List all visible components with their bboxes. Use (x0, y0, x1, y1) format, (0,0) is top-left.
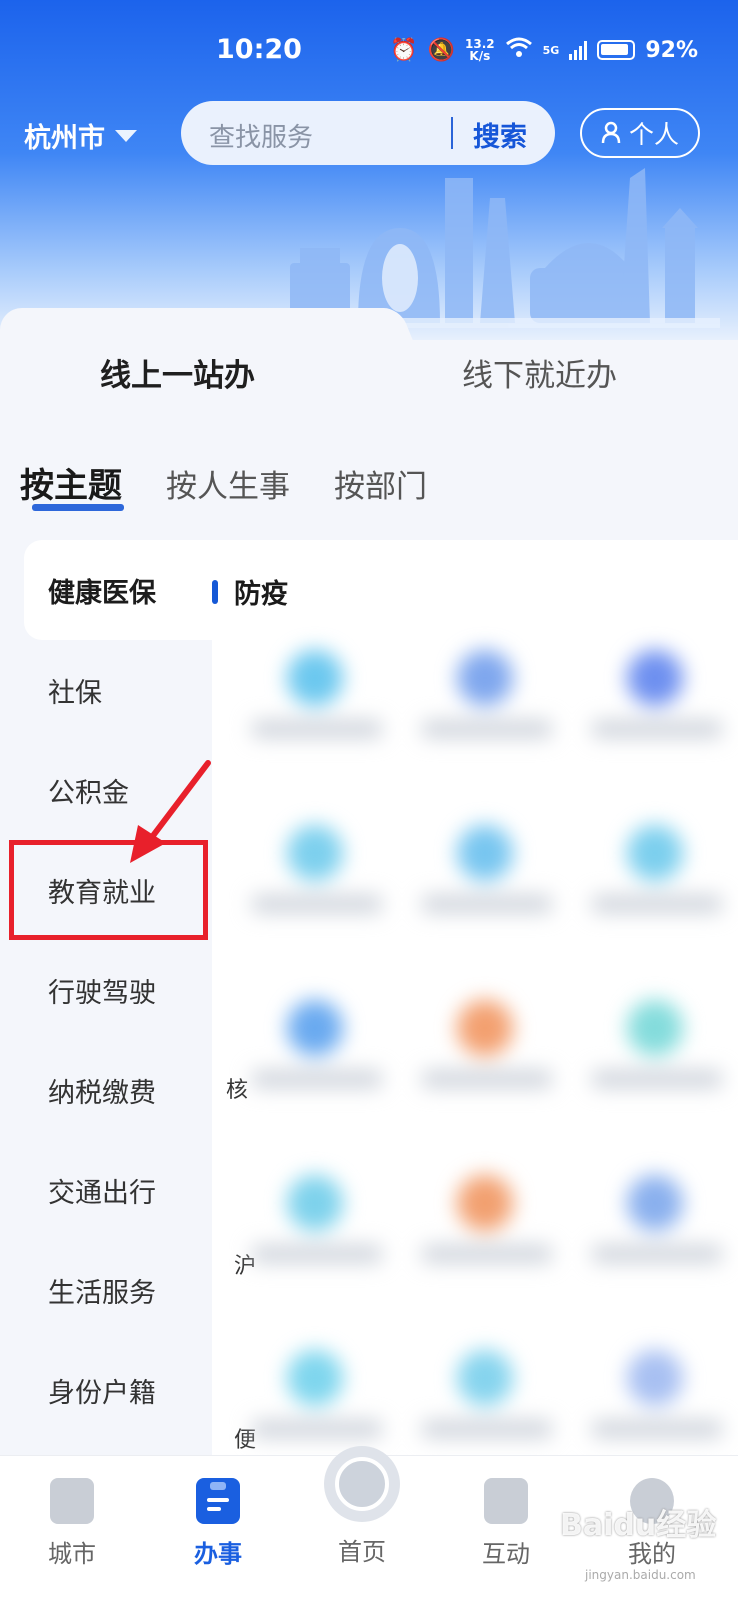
tab-online-service[interactable]: 线上一站办 (100, 350, 255, 395)
nav-interaction[interactable]: 互动 (446, 1456, 566, 1600)
service-icon (287, 1175, 343, 1231)
network-speed: 13.2 K/s (465, 37, 495, 63)
baidu-watermark: Baidu经验 (560, 1508, 717, 1543)
search-divider (451, 117, 453, 149)
service-icon (457, 1000, 513, 1056)
side-item-transportation[interactable]: 交通出行 (24, 1140, 214, 1240)
service-icon (627, 650, 683, 706)
service-icon (627, 1000, 683, 1056)
service-label-placeholder (592, 1070, 722, 1088)
service-icon (627, 825, 683, 881)
status-time: 10:20 (216, 34, 302, 65)
service-label-placeholder (422, 1420, 552, 1438)
service-label-placeholder (252, 895, 382, 913)
chat-icon (484, 1478, 528, 1524)
home-icon (324, 1446, 400, 1522)
service-tile[interactable] (412, 1175, 562, 1325)
service-icon (457, 1175, 513, 1231)
service-tile[interactable] (412, 825, 562, 975)
service-icon (287, 1350, 343, 1406)
side-item-social-security[interactable]: 社保 (24, 640, 214, 740)
city-selector[interactable]: 杭州市 (24, 116, 137, 155)
service-label-placeholder (422, 1245, 552, 1263)
service-tile[interactable] (582, 650, 732, 800)
service-label-placeholder (422, 1070, 552, 1088)
personal-button[interactable]: 个人 (580, 108, 700, 158)
service-icon (457, 1350, 513, 1406)
user-icon (601, 121, 621, 144)
service-tile[interactable] (242, 825, 392, 975)
side-item-health-insurance[interactable]: 健康医保 (24, 540, 214, 640)
active-tab-indicator (32, 504, 124, 511)
service-icon (627, 1175, 683, 1231)
service-label-placeholder (422, 895, 552, 913)
service-tile[interactable] (242, 650, 392, 800)
service-label-placeholder (422, 720, 552, 738)
search-button[interactable]: 搜索 (473, 115, 527, 154)
alarm-icon: ⏰ (390, 37, 418, 63)
city-skyline-illustration (290, 168, 720, 328)
header: 10:20 ⏰ 🔕 13.2 K/s 5G 92% 杭州市 查找服务 搜索 个人 (0, 0, 738, 340)
nav-home[interactable]: 首页 (302, 1446, 422, 1600)
service-grid-blurred (242, 650, 722, 1450)
search-input[interactable]: 查找服务 (209, 117, 313, 154)
category-tabs: 按主题 按人生事 按部门 (20, 458, 427, 511)
network-type: 5G (542, 43, 560, 57)
service-icon (457, 650, 513, 706)
service-label-placeholder (252, 1070, 382, 1088)
side-item-identity-household[interactable]: 身份户籍 (24, 1340, 214, 1440)
section-marker (212, 580, 218, 604)
service-label-placeholder (592, 1420, 722, 1438)
tab-by-theme[interactable]: 按主题 (20, 458, 124, 511)
service-tile[interactable] (582, 825, 732, 975)
status-bar: 10:20 ⏰ 🔕 13.2 K/s 5G 92% (0, 0, 738, 100)
service-label-placeholder (592, 895, 722, 913)
wifi-icon (505, 36, 533, 64)
section-title: 防疫 (234, 579, 288, 610)
service-label-placeholder (252, 1245, 382, 1263)
service-icon (287, 825, 343, 881)
watermark-url: jingyan.baidu.com (585, 1568, 696, 1582)
chevron-down-icon (115, 129, 137, 142)
service-icon (287, 650, 343, 706)
service-label-placeholder (592, 720, 722, 738)
service-tile[interactable] (412, 1000, 562, 1150)
red-arrow-icon (130, 760, 211, 863)
nav-city[interactable]: 城市 (12, 1456, 132, 1600)
service-label-placeholder (252, 1420, 382, 1438)
mute-icon: 🔕 (427, 37, 456, 63)
battery-icon (597, 40, 636, 60)
tab-by-department[interactable]: 按部门 (334, 461, 427, 506)
battery-level: 92% (645, 37, 698, 63)
service-mode-tabs: 线上一站办 线下就近办 (0, 308, 738, 418)
tab-offline-service[interactable]: 线下就近办 (462, 350, 617, 395)
signal-icon (569, 40, 588, 60)
service-tile[interactable] (412, 650, 562, 800)
theme-side-menu: 健康医保 社保 公积金 教育就业 行驶驾驶 纳税缴费 交通出行 生活服务 身份户… (24, 540, 214, 1460)
service-tile[interactable] (582, 1175, 732, 1325)
status-icons: ⏰ 🔕 13.2 K/s 5G 92% (390, 36, 698, 64)
service-label-placeholder (252, 720, 382, 738)
service-content-panel: 防疫 核 沪 便 (212, 540, 738, 1455)
side-item-tax-payment[interactable]: 纳税缴费 (24, 1040, 214, 1140)
city-icon (50, 1478, 94, 1524)
search-bar[interactable]: 查找服务 搜索 (181, 101, 555, 165)
service-icon (627, 1350, 683, 1406)
side-item-life-services[interactable]: 生活服务 (24, 1240, 214, 1340)
tasks-icon (196, 1478, 240, 1524)
side-item-driving[interactable]: 行驶驾驶 (24, 940, 214, 1040)
service-label-placeholder (592, 1245, 722, 1263)
service-icon (287, 1000, 343, 1056)
service-icon (457, 825, 513, 881)
service-tile[interactable] (242, 1000, 392, 1150)
nav-tasks[interactable]: 办事 (158, 1456, 278, 1600)
service-tile[interactable] (242, 1175, 392, 1325)
service-tile[interactable] (582, 1000, 732, 1150)
city-name: 杭州市 (24, 123, 105, 154)
tab-by-life-event[interactable]: 按人生事 (166, 461, 290, 506)
